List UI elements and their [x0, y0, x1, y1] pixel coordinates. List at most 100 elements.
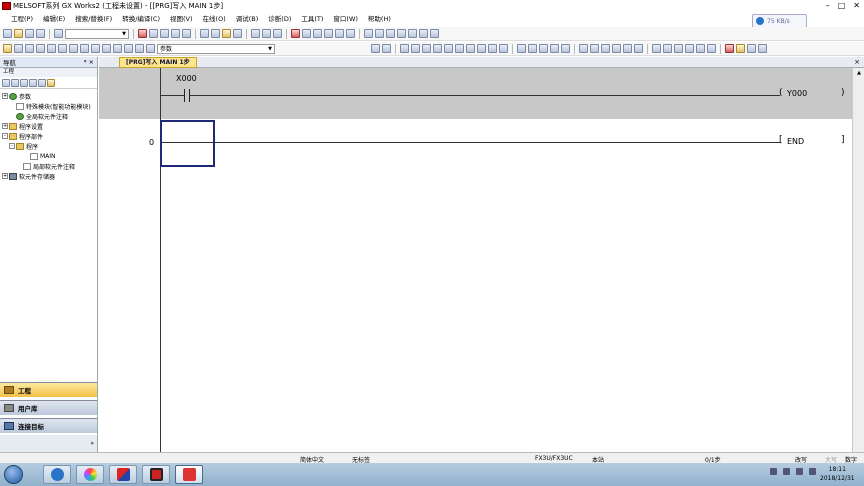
toolbar-button[interactable] — [528, 44, 537, 53]
taskbar-app-4[interactable] — [142, 465, 170, 484]
tray-icon[interactable] — [770, 468, 777, 475]
toolbar-button[interactable] — [273, 29, 282, 38]
toolbar-button[interactable] — [324, 29, 333, 38]
toolbar-button[interactable] — [113, 44, 122, 53]
expand-icon[interactable]: + — [2, 93, 8, 99]
toolbar-button[interactable] — [302, 29, 311, 38]
toolbar-button[interactable] — [222, 29, 231, 38]
toolbar-button[interactable] — [200, 29, 209, 38]
menu-convert-compile[interactable]: 转换/编译(C) — [117, 13, 165, 25]
toolbar-button[interactable] — [80, 44, 89, 53]
collapse-icon[interactable]: - — [2, 133, 8, 139]
toolbar-button[interactable] — [262, 29, 271, 38]
toolbar-button[interactable] — [411, 44, 420, 53]
toolbar-button[interactable] — [58, 44, 67, 53]
expand-icon[interactable]: + — [2, 123, 8, 129]
toolbar-button[interactable] — [135, 44, 144, 53]
nav-overflow-button[interactable]: » — [0, 435, 97, 452]
taskbar-app-1[interactable] — [43, 465, 71, 484]
toolbar-button[interactable] — [346, 29, 355, 38]
search-icon[interactable] — [371, 44, 380, 53]
toolbar-button[interactable] — [758, 44, 767, 53]
toolbar-button[interactable] — [14, 44, 23, 53]
toolbar-button[interactable] — [433, 44, 442, 53]
toolbar-button[interactable] — [517, 44, 526, 53]
toolbar-button[interactable] — [124, 44, 133, 53]
toolbar-button[interactable] — [29, 78, 37, 87]
toolbar-button[interactable] — [550, 44, 559, 53]
toolbar-button[interactable] — [47, 44, 56, 53]
tree-item[interactable]: - 程序部件 — [0, 131, 97, 141]
menu-debug[interactable]: 调试(B) — [231, 13, 264, 25]
save-icon[interactable] — [25, 29, 34, 38]
nav-button-connection[interactable]: 连接目标 — [0, 418, 97, 433]
toolbar-button[interactable] — [11, 78, 19, 87]
cut-icon[interactable] — [138, 29, 147, 38]
toolbar-button[interactable] — [419, 29, 428, 38]
new-icon[interactable] — [3, 29, 12, 38]
paste-icon[interactable] — [160, 29, 169, 38]
toolbar-button[interactable] — [499, 44, 508, 53]
toolbar-button[interactable] — [400, 44, 409, 53]
menu-window[interactable]: 窗口(W) — [328, 13, 363, 25]
tree-item[interactable]: 全局软元件注释 — [0, 111, 97, 121]
menu-help[interactable]: 帮助(H) — [363, 13, 396, 25]
toolbar-button[interactable] — [455, 44, 464, 53]
toolbar-button[interactable] — [291, 29, 300, 38]
toolbar-button[interactable] — [634, 44, 643, 53]
toolbar-button[interactable] — [674, 44, 683, 53]
help-icon[interactable] — [54, 29, 63, 38]
nav-pin-close[interactable]: ᵠ × — [84, 58, 94, 66]
toolbar-button[interactable] — [652, 44, 661, 53]
expand-icon[interactable]: + — [2, 173, 8, 179]
toolbar-button[interactable] — [539, 44, 548, 53]
toolbar-button[interactable] — [736, 44, 745, 53]
copy-icon[interactable] — [149, 29, 158, 38]
tray-icon[interactable] — [796, 468, 803, 475]
toolbar-button[interactable] — [20, 78, 28, 87]
toolbar-button[interactable] — [488, 44, 497, 53]
vertical-scrollbar[interactable]: ▲ — [852, 68, 864, 452]
toolbar-button[interactable] — [397, 29, 406, 38]
toolbar-button[interactable] — [69, 44, 78, 53]
close-icon[interactable]: ✕ — [853, 0, 860, 11]
toolbar-button[interactable] — [747, 44, 756, 53]
toolbar-button[interactable] — [2, 78, 10, 87]
menu-diagnostics[interactable]: 诊断(D) — [263, 13, 296, 25]
tree-item[interactable]: + 参数 — [0, 91, 97, 101]
toolbar-button[interactable] — [430, 29, 439, 38]
taskbar-app-3[interactable] — [109, 465, 137, 484]
toolbar-button[interactable] — [364, 29, 373, 38]
volume-icon[interactable] — [809, 468, 816, 475]
toolbar-button[interactable] — [612, 44, 621, 53]
toolbar-button[interactable] — [561, 44, 570, 53]
tree-item[interactable]: MAIN — [0, 151, 97, 161]
toolbar-button[interactable] — [3, 44, 12, 53]
toolbar-button[interactable] — [313, 29, 322, 38]
toolbar-button[interactable] — [47, 78, 55, 87]
tree-item[interactable]: 局部软元件注释 — [0, 161, 97, 171]
toolbar-button[interactable] — [211, 29, 220, 38]
nav-button-project[interactable]: 工程 — [0, 382, 97, 397]
toolbar-button[interactable] — [25, 44, 34, 53]
start-button[interactable] — [4, 465, 23, 484]
tree-item[interactable]: - 程序 — [0, 141, 97, 151]
tray-icon[interactable] — [783, 468, 790, 475]
toolbar-button[interactable] — [623, 44, 632, 53]
toolbar-button[interactable] — [422, 44, 431, 53]
toolbar-button[interactable] — [696, 44, 705, 53]
toolbar-combo-1[interactable]: ▼ — [65, 28, 129, 39]
menu-find-replace[interactable]: 搜索/替换(F) — [70, 13, 117, 25]
toolbar-button[interactable] — [444, 44, 453, 53]
coil-element[interactable]: ( — [779, 88, 783, 98]
toolbar-button[interactable] — [38, 78, 46, 87]
toolbar-button[interactable] — [477, 44, 486, 53]
menu-view[interactable]: 视图(V) — [165, 13, 198, 25]
nav-button-user-library[interactable]: 用户库 — [0, 400, 97, 415]
toolbar-button[interactable] — [382, 44, 391, 53]
search-icon[interactable] — [146, 44, 155, 53]
ladder-editor[interactable]: X000 ( Y000 ) 0 [ END ] — [99, 68, 852, 452]
toolbar-button[interactable] — [335, 29, 344, 38]
toolbar-button[interactable] — [707, 44, 716, 53]
toolbar-button[interactable] — [36, 44, 45, 53]
